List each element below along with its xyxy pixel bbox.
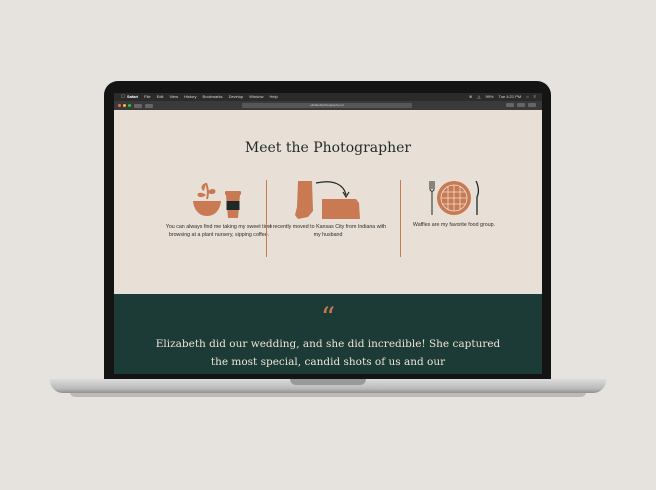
- feature-caption: You can always find me taking my sweet t…: [165, 224, 273, 238]
- browser-screen:  Safari File Edit View History Bookmark…: [114, 93, 542, 374]
- feature-plants-coffee: You can always find me taking my sweet t…: [159, 177, 279, 239]
- menu-view[interactable]: View: [169, 93, 178, 101]
- battery-percent[interactable]: 99%: [485, 93, 493, 101]
- laptop-notch: [290, 379, 366, 385]
- testimonial-section: “ Elizabeth did our wedding, and she did…: [114, 294, 542, 374]
- browser-toolbar: elizabethphotography.net: [114, 101, 542, 110]
- zoom-window-icon[interactable]: [128, 104, 131, 107]
- back-forward-button[interactable]: [145, 103, 153, 108]
- testimonial-text: Elizabeth did our wedding, and she did i…: [155, 338, 501, 368]
- menu-help[interactable]: Help: [269, 93, 277, 101]
- menu-history[interactable]: History: [184, 93, 196, 101]
- laptop-shadow: [70, 392, 586, 397]
- menu-list-icon[interactable]: ≡: [534, 93, 536, 101]
- page-title: Meet the Photographer: [244, 140, 412, 156]
- divider: [266, 180, 267, 257]
- menu-window[interactable]: Window: [249, 93, 263, 101]
- share-button[interactable]: [506, 103, 514, 107]
- wifi-icon[interactable]: △: [477, 93, 480, 101]
- close-window-icon[interactable]: [118, 104, 121, 107]
- quote-mark-icon: “: [320, 301, 336, 334]
- minimize-window-icon[interactable]: [123, 104, 126, 107]
- feature-caption: Waffles are my favorite food group.: [412, 222, 496, 228]
- search-icon[interactable]: ○: [526, 93, 528, 101]
- feature-caption: I recently moved to Kansas City from Ind…: [269, 224, 387, 238]
- clock[interactable]: Tue 4:21 PM: [498, 93, 521, 101]
- menu-file[interactable]: File: [144, 93, 150, 101]
- waffle-plate-icon: [429, 180, 480, 215]
- bluetooth-icon[interactable]: ※: [469, 93, 472, 101]
- sidebar-toggle-button[interactable]: [134, 103, 142, 108]
- menu-bookmarks[interactable]: Bookmarks: [203, 93, 223, 101]
- tabs-button[interactable]: [517, 103, 525, 107]
- indiana-to-kansas-map-icon: [295, 181, 360, 219]
- mac-menu-bar:  Safari File Edit View History Bookmark…: [114, 93, 542, 101]
- add-tab-button[interactable]: [528, 103, 536, 107]
- menu-safari[interactable]: Safari: [127, 93, 138, 101]
- menu-develop[interactable]: Develop: [229, 93, 244, 101]
- feature-waffles: Waffles are my favorite food group.: [394, 177, 514, 229]
- menu-edit[interactable]: Edit: [157, 93, 164, 101]
- feature-moved-to-kansas: I recently moved to Kansas City from Ind…: [268, 177, 388, 239]
- plant-and-coffee-icon: [193, 182, 241, 218]
- address-bar[interactable]: elizabethphotography.net: [242, 103, 412, 108]
